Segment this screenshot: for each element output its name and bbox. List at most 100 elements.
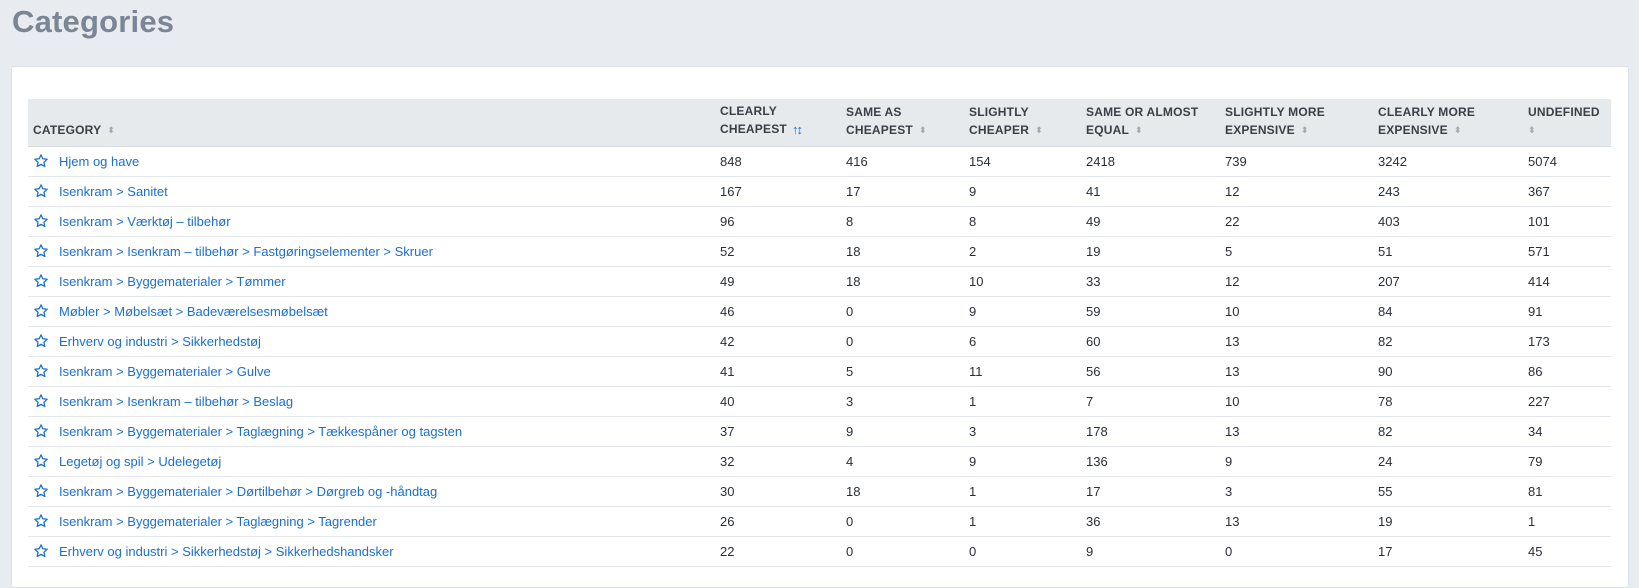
- star-outline-icon[interactable]: [33, 333, 49, 349]
- value-cell-same-as-cheapest: 0: [846, 513, 854, 529]
- value-cell-same-or-almost-equal: 17: [1086, 483, 1101, 499]
- table-row: Isenkram > Byggematerialer > Taglægning …: [28, 416, 1611, 446]
- table-row: Isenkram > Byggematerialer > Gulve 41 5 11 5…: [28, 356, 1611, 386]
- sort-updown-icon[interactable]: ⬍: [107, 121, 115, 139]
- value-cell-clearly-cheapest: 167: [720, 183, 742, 199]
- table-header-row: CATEGORY ⬍ CLEARLY CHEAPEST ↑↕ SAME AS CHEAPES…: [28, 99, 1611, 147]
- star-outline-icon[interactable]: [33, 513, 49, 529]
- value-cell-slightly-more-expensive: 12: [1225, 273, 1240, 289]
- column-header-label-line2: CHEAPER: [969, 122, 1030, 137]
- star-outline-icon[interactable]: [33, 543, 49, 559]
- sort-updown-icon[interactable]: ⬍: [1301, 121, 1309, 139]
- value-cell-same-or-almost-equal: 59: [1086, 303, 1101, 319]
- table-body: Hjem og have 848 416 154 2418 739 3242 5074 Isen…: [28, 146, 1611, 566]
- column-header-clearly-cheapest[interactable]: CLEARLY CHEAPEST ↑↕: [715, 99, 841, 147]
- sort-updown-icon[interactable]: ⬍: [1035, 121, 1043, 139]
- value-cell-slightly-more-expensive: 10: [1225, 303, 1240, 319]
- value-cell-clearly-cheapest: 42: [720, 333, 735, 349]
- sort-descending-icon[interactable]: ↑↕: [792, 121, 803, 139]
- star-outline-icon[interactable]: [33, 363, 49, 379]
- value-cell-clearly-more-expensive: 17: [1378, 543, 1393, 559]
- value-cell-clearly-cheapest: 848: [720, 153, 742, 169]
- column-header-undefined[interactable]: UNDEFINED ⬍: [1523, 99, 1611, 147]
- column-header-slightly-more-expensive[interactable]: SLIGHTLY MORE EXPENSIVE ⬍: [1220, 99, 1373, 147]
- category-cell: Isenkram > Byggematerialer > Taglægning …: [28, 416, 715, 446]
- value-cell-clearly-more-expensive: 82: [1378, 423, 1393, 439]
- column-header-slightly-cheaper[interactable]: SLIGHTLY CHEAPER ⬍: [964, 99, 1081, 147]
- value-cell-same-or-almost-equal: 7: [1086, 393, 1094, 409]
- category-link[interactable]: Isenkram > Isenkram – tilbehør > Beslag: [59, 394, 293, 409]
- category-link[interactable]: Isenkram > Isenkram – tilbehør > Fastgør…: [59, 244, 433, 259]
- table-row: Isenkram > Sanitet 167 17 9 41 12 243 367: [28, 176, 1611, 206]
- column-header-label-line2: EQUAL: [1086, 122, 1129, 137]
- table-row: Isenkram > Værktøj – tilbehør 96 8 8 49 22 403…: [28, 206, 1611, 236]
- sort-updown-icon[interactable]: ⬍: [1454, 121, 1462, 139]
- category-link[interactable]: Erhverv og industri > Sikkerhedstøj: [59, 334, 261, 349]
- value-cell-same-or-almost-equal: 2418: [1086, 153, 1115, 169]
- category-link[interactable]: Møbler > Møbelsæt > Badeværelsesmøbelsæt: [59, 304, 328, 319]
- value-cell-same-as-cheapest: 0: [846, 543, 854, 559]
- category-link[interactable]: Isenkram > Byggematerialer > Taglægning …: [59, 514, 377, 529]
- sort-updown-icon[interactable]: ⬍: [1135, 121, 1143, 139]
- category-link[interactable]: Hjem og have: [59, 154, 139, 169]
- value-cell-undefined: 45: [1528, 543, 1543, 559]
- column-header-same-or-almost-equal[interactable]: SAME OR ALMOST EQUAL ⬍: [1081, 99, 1220, 147]
- value-cell-slightly-more-expensive: 22: [1225, 213, 1240, 229]
- value-cell-same-as-cheapest: 5: [846, 363, 854, 379]
- star-outline-icon[interactable]: [33, 483, 49, 499]
- star-outline-icon[interactable]: [33, 303, 49, 319]
- value-cell-undefined: 91: [1528, 303, 1543, 319]
- value-cell-same-or-almost-equal: 19: [1086, 243, 1101, 259]
- category-link[interactable]: Isenkram > Værktøj – tilbehør: [59, 214, 231, 229]
- star-outline-icon[interactable]: [33, 183, 49, 199]
- star-outline-icon[interactable]: [33, 423, 49, 439]
- star-outline-icon[interactable]: [33, 213, 49, 229]
- value-cell-slightly-cheaper: 10: [969, 273, 984, 289]
- category-cell: Møbler > Møbelsæt > Badeværelsesmøbelsæt: [28, 296, 715, 326]
- column-header-label-line1: CLEARLY: [720, 103, 777, 118]
- category-link[interactable]: Legetøj og spil > Udelegetøj: [59, 454, 221, 469]
- category-link[interactable]: Isenkram > Byggematerialer > Gulve: [59, 364, 271, 379]
- category-cell: Legetøj og spil > Udelegetøj: [28, 446, 715, 476]
- value-cell-same-as-cheapest: 17: [846, 183, 861, 199]
- value-cell-clearly-cheapest: 41: [720, 363, 735, 379]
- column-header-category[interactable]: CATEGORY ⬍: [28, 99, 715, 147]
- sort-updown-icon[interactable]: ⬍: [1528, 121, 1536, 139]
- value-cell-same-as-cheapest: 18: [846, 483, 861, 499]
- value-cell-slightly-cheaper: 154: [969, 153, 991, 169]
- value-cell-clearly-cheapest: 49: [720, 273, 735, 289]
- column-header-same-as-cheapest[interactable]: SAME AS CHEAPEST ⬍: [841, 99, 964, 147]
- page-title: Categories: [12, 4, 175, 39]
- column-header-label-line2: EXPENSIVE: [1378, 122, 1448, 137]
- value-cell-slightly-cheaper: 9: [969, 183, 977, 199]
- value-cell-same-or-almost-equal: 136: [1086, 453, 1108, 469]
- sort-updown-icon[interactable]: ⬍: [919, 121, 927, 139]
- value-cell-same-or-almost-equal: 33: [1086, 273, 1101, 289]
- value-cell-clearly-more-expensive: 19: [1378, 513, 1393, 529]
- value-cell-undefined: 1: [1528, 513, 1536, 529]
- value-cell-same-or-almost-equal: 41: [1086, 183, 1101, 199]
- category-link[interactable]: Isenkram > Byggematerialer > Tømmer: [59, 274, 286, 289]
- category-link[interactable]: Isenkram > Byggematerialer > Dørtilbehør…: [59, 484, 437, 499]
- value-cell-slightly-cheaper: 3: [969, 423, 977, 439]
- value-cell-clearly-cheapest: 26: [720, 513, 735, 529]
- value-cell-clearly-cheapest: 96: [720, 213, 735, 229]
- value-cell-clearly-cheapest: 30: [720, 483, 735, 499]
- value-cell-undefined: 86: [1528, 363, 1543, 379]
- star-outline-icon[interactable]: [33, 273, 49, 289]
- star-outline-icon[interactable]: [33, 243, 49, 259]
- value-cell-same-or-almost-equal: 60: [1086, 333, 1101, 349]
- category-link[interactable]: Isenkram > Sanitet: [59, 184, 168, 199]
- category-link[interactable]: Erhverv og industri > Sikkerhedstøj > Si…: [59, 544, 394, 559]
- column-header-clearly-more-expensive[interactable]: CLEARLY MORE EXPENSIVE ⬍: [1373, 99, 1523, 147]
- categories-card: CATEGORY ⬍ CLEARLY CHEAPEST ↑↕ SAME AS CHEAPES…: [11, 66, 1629, 588]
- value-cell-same-or-almost-equal: 178: [1086, 423, 1108, 439]
- category-cell: Isenkram > Sanitet: [28, 176, 715, 206]
- value-cell-clearly-more-expensive: 243: [1378, 183, 1400, 199]
- value-cell-undefined: 571: [1528, 243, 1550, 259]
- star-outline-icon[interactable]: [33, 453, 49, 469]
- star-outline-icon[interactable]: [33, 393, 49, 409]
- category-link[interactable]: Isenkram > Byggematerialer > Taglægning …: [59, 424, 462, 439]
- value-cell-clearly-more-expensive: 403: [1378, 213, 1400, 229]
- star-outline-icon[interactable]: [33, 153, 49, 169]
